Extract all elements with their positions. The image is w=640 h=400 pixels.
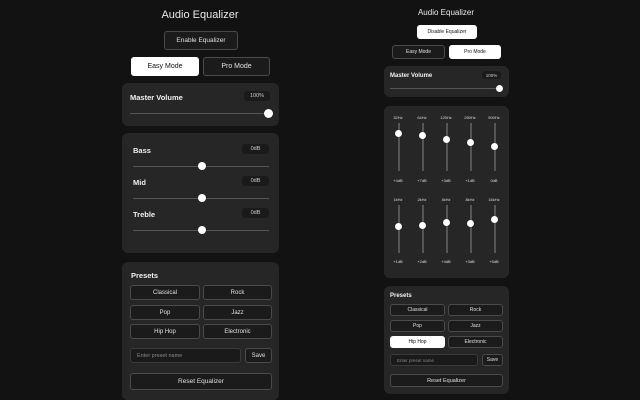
right-save-preset-button[interactable]: Save	[482, 354, 503, 366]
right-presets-card: Presets Classical Rock Pop Jazz Hip Hop …	[384, 286, 509, 394]
left-master-volume-value: 100%	[244, 91, 270, 101]
band-250hz-label: 250Hz	[464, 115, 476, 120]
band-64hz-value: +7dB	[417, 178, 427, 183]
band-125hz-thumb[interactable]	[443, 136, 450, 143]
left-preset-hip-hop[interactable]: Hip Hop	[130, 324, 200, 339]
right-preset-hip-hop[interactable]: Hip Hop	[390, 336, 445, 348]
left-preset-classical[interactable]: Classical	[130, 285, 200, 300]
right-preset-rock[interactable]: Rock	[448, 304, 503, 316]
band-500hz-value: 0dB	[490, 178, 498, 183]
band-125hz-track	[446, 123, 448, 171]
band-2khz-track	[422, 205, 424, 253]
left-easy-mode-tab[interactable]: Easy Mode	[131, 57, 199, 76]
band-500hz-label: 500Hz	[488, 115, 500, 120]
band-4khz-thumb[interactable]	[443, 219, 450, 226]
mid-label: Mid	[133, 178, 146, 187]
band-125hz-value: +3dB	[441, 178, 451, 183]
band-8khz-track	[470, 205, 472, 253]
left-reset-equalizer-button[interactable]: Reset Equalizer	[130, 373, 272, 390]
left-preset-jazz[interactable]: Jazz	[203, 305, 272, 320]
right-disable-equalizer-button[interactable]: Disable Equalizer	[417, 25, 477, 39]
band-1khz-thumb[interactable]	[395, 223, 402, 230]
band-2khz-label: 2kHz	[417, 197, 427, 202]
right-preset-electronic[interactable]: Electronic	[448, 336, 503, 348]
band-16khz-thumb[interactable]	[491, 216, 498, 223]
band-125hz-label: 125Hz	[440, 115, 452, 120]
left-enable-equalizer-button[interactable]: Enable Equalizer	[164, 31, 238, 50]
mid-value: 0dB	[242, 176, 269, 186]
band-250hz-value: +1dB	[465, 178, 475, 183]
band-16khz-label: 16kHz	[488, 197, 500, 202]
band-1khz-label: 1kHz	[393, 197, 403, 202]
bass-value: 0dB	[242, 144, 269, 154]
right-preset-name-input[interactable]: Enter preset name	[390, 354, 478, 366]
right-preset-jazz[interactable]: Jazz	[448, 320, 503, 332]
left-save-preset-button[interactable]: Save	[245, 348, 272, 363]
band-64hz-thumb[interactable]	[419, 132, 426, 139]
band-32hz-value: +4dB	[393, 178, 403, 183]
band-2khz-thumb[interactable]	[419, 222, 426, 229]
left-preset-rock[interactable]: Rock	[203, 285, 272, 300]
band-16khz-value: +5dB	[489, 259, 499, 264]
right-pro-bands-card: 32Hz +4dB 64Hz +7dB 125Hz +3dB 250Hz +1d…	[384, 106, 509, 278]
band-64hz-label: 64Hz	[417, 115, 427, 120]
left-presets-card: Presets Classical Rock Pop Jazz Hip Hop …	[122, 262, 279, 400]
band-32hz-label: 32Hz	[393, 115, 403, 120]
left-presets-title: Presets	[131, 271, 159, 280]
band-500hz-thumb[interactable]	[491, 143, 498, 150]
band-64hz-track	[422, 123, 424, 171]
bass-thumb[interactable]	[198, 162, 206, 170]
right-master-volume-label: Master Volume	[390, 73, 433, 79]
right-reset-equalizer-button[interactable]: Reset Equalizer	[390, 374, 503, 387]
right-master-volume-thumb[interactable]	[496, 85, 503, 92]
treble-label: Treble	[133, 210, 156, 219]
band-8khz-value: +3dB	[465, 259, 475, 264]
band-250hz-thumb[interactable]	[467, 139, 474, 146]
left-page-title: Audio Equalizer	[161, 9, 239, 21]
left-pro-mode-tab[interactable]: Pro Mode	[203, 57, 270, 76]
left-master-volume-thumb[interactable]	[264, 109, 273, 118]
left-preset-pop[interactable]: Pop	[130, 305, 200, 320]
bass-label: Bass	[133, 146, 151, 155]
band-250hz-track	[470, 123, 472, 171]
left-master-volume-label: Master Volume	[130, 93, 183, 102]
band-16khz-track	[494, 205, 496, 253]
right-master-volume-track	[390, 88, 502, 89]
right-page-title: Audio Equalizer	[417, 8, 475, 17]
right-presets-title: Presets	[390, 293, 412, 299]
band-8khz-thumb[interactable]	[467, 220, 474, 227]
left-master-volume-card: Master Volume 100%	[122, 83, 279, 126]
band-4khz-label: 4kHz	[441, 197, 451, 202]
left-master-volume-track	[130, 113, 272, 114]
band-32hz-thumb[interactable]	[395, 130, 402, 137]
band-4khz-value: +4dB	[441, 259, 451, 264]
band-2khz-value: +2dB	[417, 259, 427, 264]
right-preset-classical[interactable]: Classical	[390, 304, 445, 316]
treble-value: 0dB	[242, 208, 269, 218]
band-8khz-label: 8kHz	[465, 197, 475, 202]
left-preset-electronic[interactable]: Electronic	[203, 324, 272, 339]
left-bands-card: Bass 0dB Mid 0dB Treble 0dB	[122, 133, 279, 253]
left-preset-name-input[interactable]: Enter preset name	[130, 348, 241, 363]
band-4khz-track	[446, 205, 448, 253]
right-master-volume-card: Master Volume 100%	[384, 66, 509, 97]
treble-thumb[interactable]	[198, 226, 206, 234]
band-1khz-value: +1dB	[393, 259, 403, 264]
right-master-volume-value: 100%	[482, 71, 501, 79]
mid-thumb[interactable]	[198, 194, 206, 202]
right-easy-mode-tab[interactable]: Easy Mode	[392, 45, 445, 59]
right-pro-mode-tab[interactable]: Pro Mode	[449, 45, 501, 59]
right-preset-pop[interactable]: Pop	[390, 320, 445, 332]
